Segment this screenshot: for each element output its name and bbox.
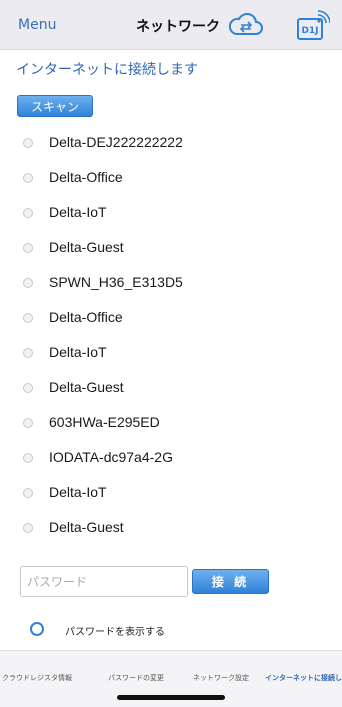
network-ssid: IODATA-dc97a4-2G: [49, 449, 173, 465]
cloud-sync-icon[interactable]: [228, 10, 264, 38]
network-ssid: Delta-IoT: [49, 204, 107, 220]
network-item[interactable]: Delta-Guest: [0, 371, 342, 405]
radio-button-icon[interactable]: [23, 138, 33, 148]
network-ssid: Delta-DEJ222222222: [49, 134, 183, 150]
radio-button-icon[interactable]: [23, 523, 33, 533]
menu-button[interactable]: Menu: [18, 17, 56, 33]
radio-button-icon[interactable]: [23, 453, 33, 463]
radio-button-icon[interactable]: [23, 348, 33, 358]
network-item[interactable]: IODATA-dc97a4-2G: [0, 441, 342, 475]
network-item[interactable]: Delta-Guest: [0, 511, 342, 545]
radio-button-icon[interactable]: [23, 208, 33, 218]
show-password-radio[interactable]: [30, 622, 44, 636]
tab-network-settings[interactable]: ネットワーク設定: [193, 673, 249, 683]
top-navigation-bar: Menu ネットワーク D1J: [0, 0, 342, 50]
network-item[interactable]: Delta-Office: [0, 301, 342, 335]
radio-button-icon[interactable]: [23, 383, 33, 393]
network-item[interactable]: Delta-DEJ222222222: [0, 126, 342, 160]
network-ssid: Delta-Guest: [49, 379, 124, 395]
tab-connect-internet[interactable]: インターネットに接続し: [265, 673, 342, 683]
radio-button-icon[interactable]: [23, 173, 33, 183]
radio-button-icon[interactable]: [23, 488, 33, 498]
tab-change-password[interactable]: パスワードの変更: [108, 673, 164, 683]
radio-button-icon[interactable]: [23, 313, 33, 323]
network-item[interactable]: 603HWa-E295ED: [0, 406, 342, 440]
network-ssid: SPWN_H36_E313D5: [49, 274, 183, 290]
network-ssid: Delta-Office: [49, 169, 123, 185]
network-ssid: 603HWa-E295ED: [49, 414, 160, 430]
connect-heading: インターネットに接続します: [16, 62, 198, 78]
show-password-label[interactable]: パスワードを表示する: [65, 623, 165, 638]
network-item[interactable]: Delta-IoT: [0, 336, 342, 370]
radio-button-icon[interactable]: [23, 418, 33, 428]
password-input[interactable]: [20, 566, 188, 597]
network-ssid: Delta-IoT: [49, 344, 107, 360]
network-item[interactable]: Delta-Office: [0, 161, 342, 195]
network-ssid: Delta-Guest: [49, 519, 124, 535]
network-item[interactable]: SPWN_H36_E313D5: [0, 266, 342, 300]
network-item[interactable]: Delta-IoT: [0, 196, 342, 230]
network-item[interactable]: Delta-IoT: [0, 476, 342, 510]
device-wifi-icon[interactable]: D1J: [296, 9, 330, 41]
network-ssid: Delta-IoT: [49, 484, 107, 500]
page-title: ネットワーク: [136, 19, 220, 35]
network-ssid: Delta-Office: [49, 309, 123, 325]
scan-button[interactable]: スキャン: [17, 95, 93, 117]
network-item[interactable]: Delta-Guest: [0, 231, 342, 265]
home-indicator: [117, 695, 225, 700]
radio-button-icon[interactable]: [23, 243, 33, 253]
tab-cloud-register-info[interactable]: クラウドレジスタ情報: [2, 673, 72, 683]
network-ssid: Delta-Guest: [49, 239, 124, 255]
svg-text:D1J: D1J: [301, 26, 318, 36]
connect-button[interactable]: 接 続: [192, 569, 269, 594]
radio-button-icon[interactable]: [23, 278, 33, 288]
